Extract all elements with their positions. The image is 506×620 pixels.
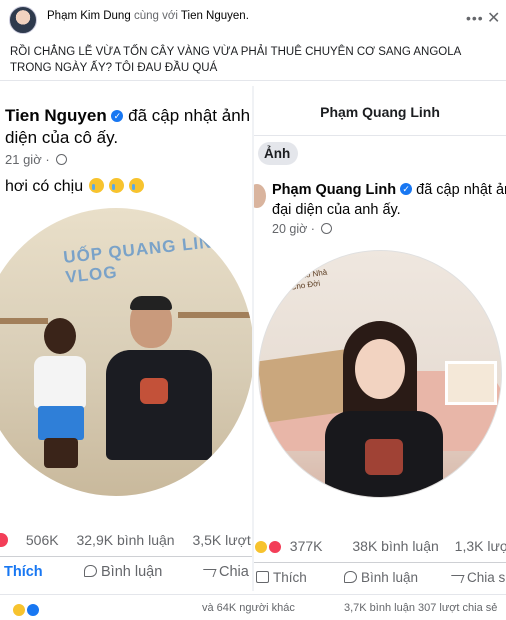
love-react-icon	[267, 540, 282, 555]
more-horizontal-icon[interactable]: •••	[466, 10, 484, 26]
left-comment-button[interactable]: Bình luận	[84, 564, 162, 580]
left-time-text: 21 giờ ·	[5, 152, 50, 167]
crying-emoji-icon	[129, 178, 145, 193]
right-comment-button[interactable]: Bình luận	[344, 570, 418, 585]
post-authors: Phạm Kim Dung cùng với Tien Nguyen.	[47, 10, 249, 22]
right-reaction-count[interactable]: 377K	[290, 538, 323, 554]
haha-react-icon	[12, 602, 26, 617]
left-like-button[interactable]: Thích	[4, 564, 43, 580]
left-post-header: Tien Nguyen ✓ đã cập nhật ảnh đại	[5, 106, 252, 126]
footer-comment-count[interactable]: 3,7K bình luận	[344, 602, 415, 614]
left-share-count[interactable]: 3,5K lượt ch	[192, 532, 252, 548]
with-text: cùng với	[133, 10, 178, 22]
right-time-text: 20 giờ ·	[272, 222, 315, 236]
right-like-label: Thích	[273, 570, 307, 585]
child-figure	[30, 318, 90, 468]
divider	[0, 80, 506, 81]
left-comment-count[interactable]: 32,9K bình luận	[76, 532, 174, 548]
share-icon	[448, 575, 465, 583]
right-top-bar: Phạm Quang Linh	[254, 86, 506, 136]
comment-icon	[84, 565, 97, 577]
left-text: hơi có chịu	[5, 178, 84, 195]
right-post-time: 20 giờ ·	[272, 222, 333, 236]
man-figure	[96, 296, 216, 478]
crying-emoji-icon	[109, 178, 124, 193]
right-share-count[interactable]: 1,3K lượt chia	[455, 538, 506, 554]
right-action-bar: Thích Bình luận Chia s	[254, 567, 506, 591]
author-avatar[interactable]	[9, 6, 37, 34]
left-action-bar: Thích Bình luận Chia	[0, 561, 252, 587]
divider	[0, 556, 252, 557]
footer-share-count[interactable]: 307 lượt chia sẻ	[418, 602, 497, 614]
gift-box-text: Thơm Cho Nhà Đẹp Cho Đời	[271, 267, 328, 295]
globe-icon	[321, 223, 333, 234]
right-like-button[interactable]: Thích	[256, 570, 307, 585]
right-author-name: Phạm Quang Linh	[272, 182, 397, 198]
comment-icon	[344, 571, 357, 583]
right-author-avatar[interactable]	[254, 184, 266, 208]
left-share-button[interactable]: Chia	[200, 564, 249, 580]
verified-badge-icon: ✓	[111, 110, 124, 122]
right-share-button[interactable]: Chia s	[448, 570, 506, 585]
right-post-header: Phạm Quang Linh ✓ đã cập nhật ảnh	[272, 182, 506, 198]
crying-emoji-icon	[88, 178, 104, 193]
right-action-text-1: đã cập nhật ảnh	[416, 182, 506, 198]
haha-react-icon	[254, 540, 268, 555]
reaction-others-text[interactable]: và 64K người khác	[202, 602, 295, 614]
left-post-text: hơi có chịu	[5, 178, 145, 196]
left-share-label: Chia	[219, 564, 249, 580]
reaction-summary[interactable]	[12, 601, 41, 619]
love-react-icon	[0, 533, 8, 547]
left-stats: 506K 32,9K bình luận 3,5K lượt ch	[0, 532, 252, 554]
author-name[interactable]: Phạm Kim Dung	[47, 10, 131, 22]
globe-icon	[56, 154, 68, 165]
wall-logo-text: UỐP QUANG LINH VLOG	[62, 231, 227, 287]
painting	[445, 361, 497, 405]
right-profile-photo: Thơm Cho Nhà Đẹp Cho Đời	[258, 250, 502, 498]
post-header: Phạm Kim Dung cùng với Tien Nguyen. ••• …	[0, 0, 506, 36]
post-caption: RỒI CHẲNG LẼ VỪA TỐN CÂY VÀNG VỪA PHẢI T…	[10, 46, 461, 74]
woman-figure	[325, 321, 443, 497]
left-author-name: Tien Nguyen	[5, 106, 107, 125]
left-comment-label: Bình luận	[101, 564, 163, 580]
right-screenshot: Phạm Quang Linh Ảnh Phạm Quang Linh ✓ đã…	[254, 86, 506, 591]
left-action-text-2: diện của cô ấy.	[5, 128, 119, 147]
right-share-label: Chia s	[467, 570, 506, 585]
right-comment-label: Bình luận	[361, 570, 419, 585]
tab-photos-label: Ảnh	[264, 146, 291, 161]
close-icon[interactable]: ✕	[487, 8, 500, 28]
like-react-icon	[26, 602, 41, 617]
right-comment-count[interactable]: 38K bình luận	[352, 538, 438, 554]
left-action-text-1: đã cập nhật ảnh đại	[128, 106, 252, 125]
like-icon	[256, 571, 269, 583]
left-post-time: 21 giờ ·	[5, 152, 68, 167]
divider	[254, 562, 506, 563]
share-icon	[200, 569, 217, 577]
tagged-name[interactable]: Tien Nguyen.	[181, 10, 249, 22]
tab-photos[interactable]: Ảnh	[258, 142, 299, 165]
right-action-text-2: đại diện của anh ấy.	[272, 202, 401, 218]
left-reaction-count[interactable]: 506K	[26, 532, 59, 548]
post-footer: và 64K người khác 3,7K bình luận 307 lượ…	[0, 594, 506, 620]
left-screenshot: Tien Nguyen ✓ đã cập nhật ảnh đại diện c…	[0, 86, 252, 591]
left-profile-photo: UỐP QUANG LINH VLOG	[0, 208, 252, 496]
right-page-title: Phạm Quang Linh	[320, 104, 440, 120]
verified-badge-icon: ✓	[400, 183, 413, 195]
right-stats: 377K 38K bình luận 1,3K lượt chia	[254, 538, 506, 560]
